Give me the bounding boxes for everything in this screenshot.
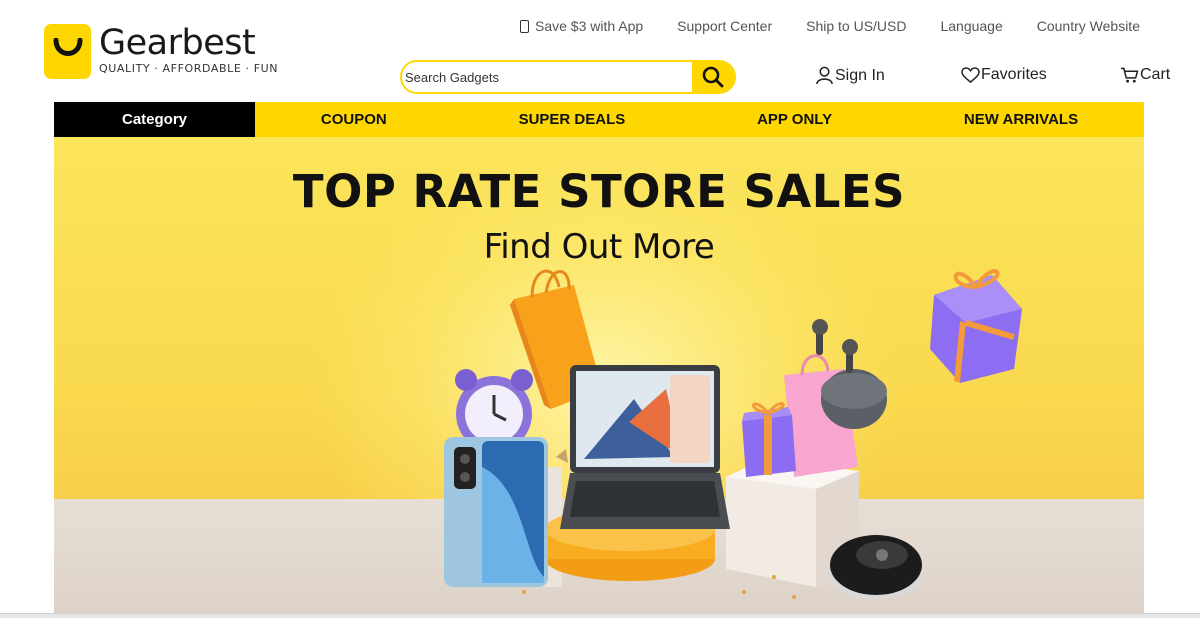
search-bar — [400, 60, 736, 94]
nav-item-new-arrivals[interactable]: NEW ARRIVALS — [964, 111, 1078, 128]
favorites-label: Favorites — [981, 66, 1047, 83]
smartphone-icon — [444, 437, 548, 587]
category-menu-button[interactable]: Category — [54, 102, 255, 137]
user-icon — [816, 66, 833, 85]
language-link[interactable]: Language — [940, 18, 1002, 34]
app-download-link[interactable]: Save $3 with App — [520, 18, 643, 34]
support-center-link[interactable]: Support Center — [677, 18, 772, 34]
country-website-link[interactable]: Country Website — [1037, 18, 1140, 34]
heart-icon — [961, 66, 980, 83]
cart-link[interactable]: Cart — [1120, 66, 1170, 84]
phone-icon — [520, 20, 529, 33]
horizontal-scrollbar[interactable] — [0, 613, 1200, 618]
gearbest-homepage: Gearbest QUALITY · AFFORDABLE · FUN Save… — [0, 0, 1200, 618]
logo-text: Gearbest QUALITY · AFFORDABLE · FUN — [99, 24, 278, 75]
nav-item-coupon[interactable]: COUPON — [321, 111, 387, 128]
top-links: Save $3 with App Support Center Ship to … — [520, 18, 1140, 34]
banner-subtitle[interactable]: Find Out More — [54, 227, 1144, 267]
robot-vacuum-icon — [828, 535, 924, 599]
logo-mark-icon — [44, 24, 91, 79]
hero-banner[interactable]: TOP RATE STORE SALES Find Out More — [54, 137, 1144, 613]
main-nav: Category COUPON SUPER DEALS APP ONLY NEW… — [54, 102, 1144, 137]
ship-to-link[interactable]: Ship to US/USD — [806, 18, 906, 34]
search-input[interactable] — [402, 62, 692, 92]
cart-label: Cart — [1140, 66, 1171, 83]
cart-icon — [1120, 67, 1139, 83]
nav-items: COUPON SUPER DEALS APP ONLY NEW ARRIVALS — [255, 111, 1144, 128]
brand-name: Gearbest — [99, 23, 256, 63]
nav-item-app-only[interactable]: APP ONLY — [757, 111, 832, 128]
search-icon — [702, 66, 724, 88]
nav-item-super-deals[interactable]: SUPER DEALS — [519, 111, 626, 128]
brand-logo[interactable]: Gearbest QUALITY · AFFORDABLE · FUN — [44, 24, 278, 79]
laptop-icon — [560, 365, 730, 529]
brand-tagline: QUALITY · AFFORDABLE · FUN — [99, 62, 279, 75]
banner-title: TOP RATE STORE SALES — [292, 165, 906, 218]
search-button[interactable] — [692, 62, 734, 92]
favorites-link[interactable]: Favorites — [961, 66, 1047, 84]
sign-in-link[interactable]: Sign In — [815, 66, 885, 85]
sign-in-label: Sign In — [835, 66, 885, 84]
small-gift-icon — [742, 402, 796, 477]
app-download-label: Save $3 with App — [535, 18, 644, 34]
big-gift-icon — [930, 269, 1022, 383]
